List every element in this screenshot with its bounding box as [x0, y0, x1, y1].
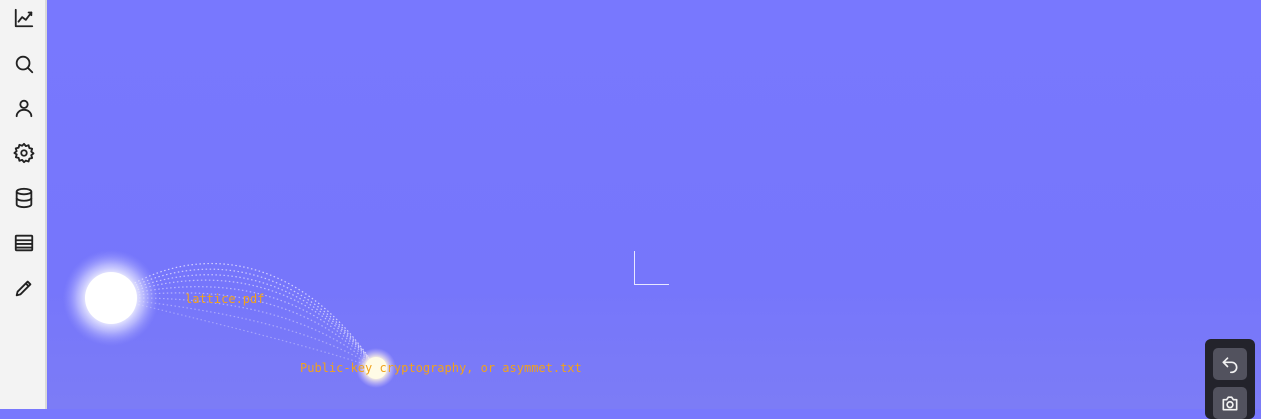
camera-button[interactable] [1213, 387, 1247, 419]
sidebar [0, 0, 47, 409]
user-icon[interactable] [8, 92, 40, 124]
pencil-icon[interactable] [8, 272, 40, 304]
graph-node [85, 272, 137, 324]
gear-icon[interactable] [8, 137, 40, 169]
node-label[interactable]: Public-key cryptography, or asymmet.txt [300, 361, 582, 375]
undo-icon [1222, 357, 1238, 374]
node-label[interactable]: lattice.pdf [185, 292, 264, 306]
camera-icon [1222, 396, 1238, 411]
graph-view [63, 250, 396, 388]
graph-canvas[interactable]: lattice.pdf Public-key cryptography, or … [49, 0, 1261, 409]
database-icon[interactable] [8, 182, 40, 214]
chart-line-icon[interactable] [8, 2, 40, 34]
graph-toolbar [1205, 339, 1255, 419]
crosshair [634, 251, 669, 285]
undo-button[interactable] [1213, 348, 1247, 380]
search-icon[interactable] [8, 48, 40, 80]
list-icon[interactable] [8, 227, 40, 259]
